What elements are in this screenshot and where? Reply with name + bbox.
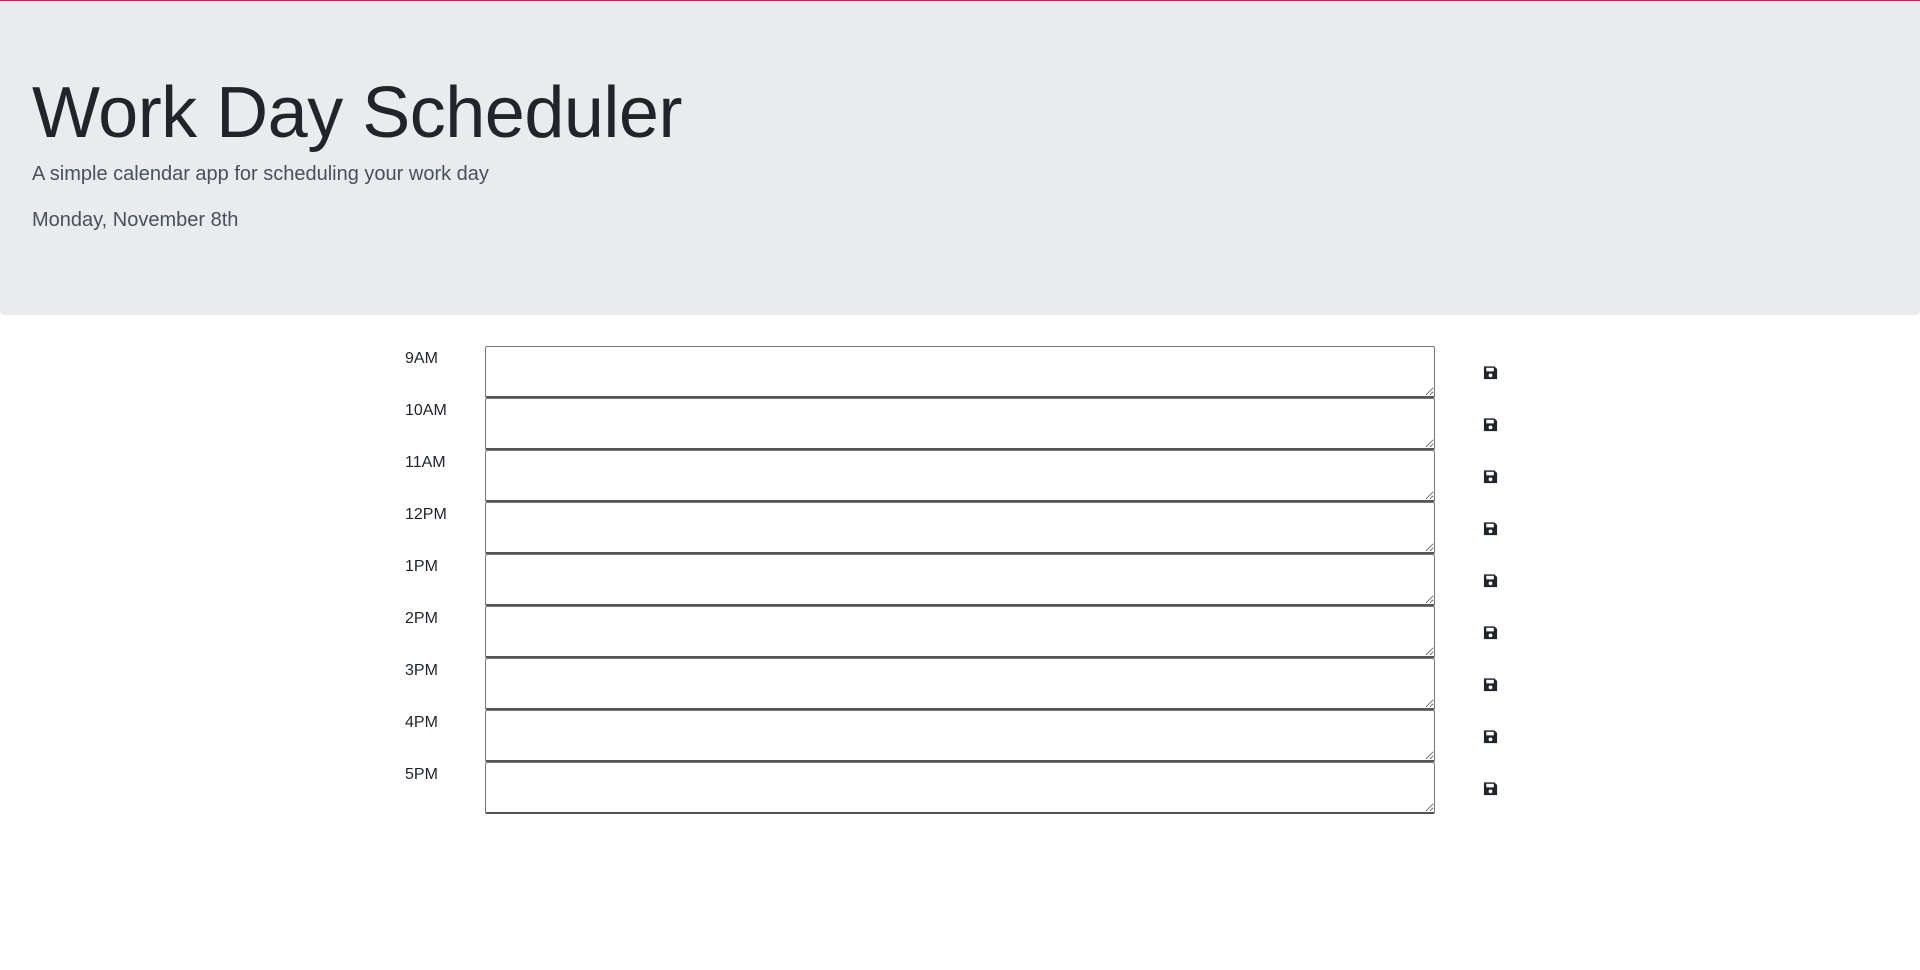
- hour-label: 1PM: [405, 558, 438, 575]
- event-description-input[interactable]: [485, 710, 1435, 762]
- time-block: 4PM: [395, 710, 1515, 762]
- time-block: 3PM: [395, 658, 1515, 710]
- save-button[interactable]: [1473, 720, 1507, 752]
- hour-label: 3PM: [405, 662, 438, 679]
- event-description-input[interactable]: [485, 346, 1435, 398]
- floppy-disk-icon: [1483, 625, 1497, 639]
- page-title: Work Day Scheduler: [32, 73, 682, 153]
- event-description-input[interactable]: [485, 450, 1435, 502]
- hour-label: 9AM: [405, 350, 438, 367]
- time-block: 5PM: [395, 762, 1515, 814]
- time-block: 1PM: [395, 554, 1515, 606]
- hour-label: 2PM: [405, 610, 438, 627]
- event-description-input[interactable]: [485, 658, 1435, 710]
- event-description-input[interactable]: [485, 762, 1435, 814]
- hour-label: 4PM: [405, 714, 438, 731]
- event-description-input[interactable]: [485, 554, 1435, 606]
- current-day: Monday, November 8th: [32, 209, 239, 231]
- event-description-input[interactable]: [485, 398, 1435, 450]
- floppy-disk-icon: [1483, 573, 1497, 587]
- save-button[interactable]: [1473, 616, 1507, 648]
- time-block: 12PM: [395, 502, 1515, 554]
- floppy-disk-icon: [1483, 365, 1497, 379]
- hour-label: 11AM: [405, 454, 446, 471]
- save-button[interactable]: [1473, 668, 1507, 700]
- floppy-disk-icon: [1483, 781, 1497, 795]
- floppy-disk-icon: [1483, 521, 1497, 535]
- schedule-container: 9AM 10AM 11AM 12PM 1PM 2PM 3PM 4PM 5PM: [395, 346, 1515, 814]
- floppy-disk-icon: [1483, 469, 1497, 483]
- time-block: 11AM: [395, 450, 1515, 502]
- hour-label: 5PM: [405, 766, 438, 783]
- time-block: 9AM: [395, 346, 1515, 398]
- hour-label: 12PM: [405, 506, 447, 523]
- floppy-disk-icon: [1483, 729, 1497, 743]
- save-button[interactable]: [1473, 772, 1507, 804]
- save-button[interactable]: [1473, 512, 1507, 544]
- floppy-disk-icon: [1483, 677, 1497, 691]
- save-button[interactable]: [1473, 408, 1507, 440]
- event-description-input[interactable]: [485, 502, 1435, 554]
- save-button[interactable]: [1473, 356, 1507, 388]
- event-description-input[interactable]: [485, 606, 1435, 658]
- save-button[interactable]: [1473, 564, 1507, 596]
- save-button[interactable]: [1473, 460, 1507, 492]
- page-subtitle: A simple calendar app for scheduling you…: [32, 163, 489, 185]
- time-block: 2PM: [395, 606, 1515, 658]
- floppy-disk-icon: [1483, 417, 1497, 431]
- time-block: 10AM: [395, 398, 1515, 450]
- hour-label: 10AM: [405, 402, 447, 419]
- header: Work Day Scheduler A simple calendar app…: [0, 1, 1920, 315]
